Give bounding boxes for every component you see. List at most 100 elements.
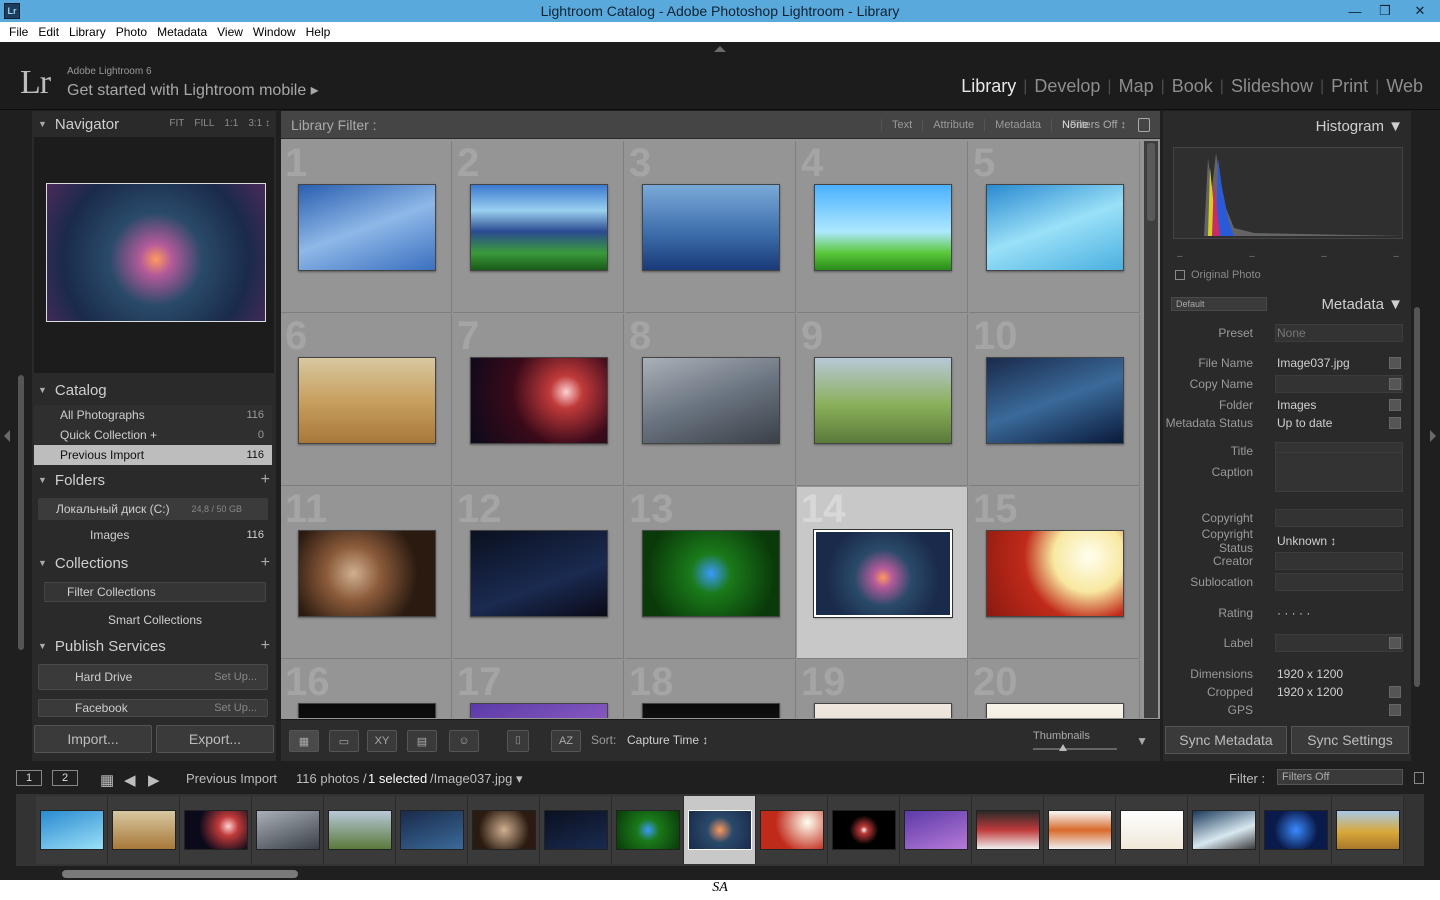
photo-thumbnail[interactable] [298,184,436,271]
metadata-action-icon[interactable] [1389,637,1401,649]
metadata-field-input[interactable] [1275,375,1403,393]
menu-photo[interactable]: Photo [111,25,152,39]
photo-thumbnail[interactable] [298,530,436,617]
filmstrip-thumbnail[interactable] [832,810,896,850]
filmstrip-thumbnail[interactable] [184,810,248,850]
filmstrip-thumbnail[interactable] [256,810,320,850]
filmstrip-thumbnail[interactable] [544,810,608,850]
metadata-value[interactable]: 1920 x 1200 [1277,667,1343,681]
forward-arrow-icon[interactable]: ▶ [148,771,160,789]
thumbnail-size-slider[interactable] [1033,744,1117,751]
metadata-value[interactable]: Image037.jpg [1277,356,1350,370]
survey-view-icon[interactable]: ▤ [407,730,437,752]
metadata-field-input[interactable] [1275,573,1403,591]
grid-cell[interactable]: 10 [969,314,1140,486]
photo-thumbnail[interactable] [470,357,608,444]
minimize-button[interactable]: — [1340,0,1370,22]
publish-hard-drive[interactable]: Hard Drive Set Up... [38,664,268,690]
metadata-action-icon[interactable] [1389,378,1401,390]
photo-thumbnail[interactable] [814,703,952,718]
menu-edit[interactable]: Edit [33,25,64,39]
sort-direction-icon[interactable]: AZ [551,730,581,752]
module-print[interactable]: Print [1324,76,1375,97]
sync-settings-button[interactable]: Sync Settings [1291,726,1409,754]
filter-text-option[interactable]: Text [881,118,922,131]
lock-icon[interactable] [1138,117,1150,132]
left-panel-toggle-icon[interactable] [4,430,10,442]
filmstrip-cell[interactable] [828,796,900,864]
navigator-header[interactable]: ▼ Navigator FIT FILL 1:1 3:1 ↕ [32,111,276,137]
grid-cell[interactable]: 20 [969,660,1140,718]
grid-cell[interactable]: 12 [453,487,624,659]
grid-scrollbar[interactable] [1144,141,1158,718]
module-develop[interactable]: Develop [1027,76,1107,97]
filmstrip-cell[interactable] [1044,796,1116,864]
smart-collections-folder[interactable]: Smart Collections [34,610,272,630]
grid-cell[interactable]: 16 [281,660,452,718]
filmstrip-cell[interactable] [396,796,468,864]
left-panel-scrollbar[interactable] [18,375,24,650]
filmstrip-thumbnail[interactable] [1336,810,1400,850]
grid-cell[interactable]: 18 [625,660,796,718]
loupe-view-icon[interactable]: ▭ [329,730,359,752]
grid-cell[interactable]: 4 [797,141,968,313]
filmstrip-thumbnail[interactable] [472,810,536,850]
grid-cell[interactable]: 13 [625,487,796,659]
painter-spray-icon[interactable]: ⌷ [507,730,529,752]
lightroom-mobile-link[interactable]: Get started with Lightroom mobile ▸ [67,80,319,100]
metadata-value[interactable]: Unknown ↕ [1277,534,1336,548]
filmstrip-cell[interactable] [1260,796,1332,864]
menu-file[interactable]: File [4,25,33,39]
photo-thumbnail[interactable] [986,530,1124,617]
filmstrip-cell[interactable] [1116,796,1188,864]
menu-window[interactable]: Window [248,25,301,39]
grid-cell[interactable]: 19 [797,660,968,718]
filter-collections-input[interactable]: Filter Collections [44,582,266,602]
grid-scrollbar-thumb[interactable] [1147,143,1155,221]
collapse-triangle-icon[interactable]: ▼ [38,119,47,129]
publish-setup-link[interactable]: Set Up... [214,702,257,714]
photo-thumbnail[interactable] [986,357,1124,444]
filmstrip-source[interactable]: Previous Import [186,771,277,786]
folders-header[interactable]: ▼ Folders + [32,467,276,493]
catalog-item-all-photographs[interactable]: All Photographs 116 [34,405,272,425]
collapse-triangle-icon[interactable]: ▼ [38,641,47,651]
metadata-field-input[interactable] [1275,634,1403,652]
filter-metadata-option[interactable]: Metadata [984,118,1051,131]
metadata-value[interactable]: 1920 x 1200 [1277,685,1343,699]
module-slideshow[interactable]: Slideshow [1224,76,1320,97]
module-map[interactable]: Map [1112,76,1161,97]
photo-thumbnail[interactable] [986,703,1124,718]
filmstrip-thumbnail[interactable] [976,810,1040,850]
filmstrip-thumbnail[interactable] [688,810,752,850]
photo-thumbnail[interactable] [814,184,952,271]
grid-cell[interactable]: 6 [281,314,452,486]
filmstrip-cell[interactable] [612,796,684,864]
filmstrip-thumbnail[interactable] [616,810,680,850]
original-photo-toggle[interactable]: Original Photo [1175,269,1261,281]
nav-1to1-option[interactable]: 1:1 [224,118,238,129]
metadata-value[interactable]: · · · · · [1277,606,1310,620]
filmstrip-cell[interactable] [180,796,252,864]
photo-thumbnail[interactable] [642,530,780,617]
import-button[interactable]: Import... [34,725,152,753]
menu-help[interactable]: Help [301,25,336,39]
collections-header[interactable]: ▼ Collections + [32,550,276,576]
right-panel-scrollbar[interactable] [1414,307,1420,687]
metadata-action-icon[interactable] [1389,357,1401,369]
grid-cell[interactable]: 11 [281,487,452,659]
grid-cell[interactable]: 9 [797,314,968,486]
grid-cell[interactable]: 1 [281,141,452,313]
photo-thumbnail[interactable] [814,357,952,444]
metadata-field-input[interactable] [1275,509,1403,527]
grid-cell[interactable]: 8 [625,314,796,486]
grid-cell[interactable]: 14 [797,487,968,659]
photo-thumbnail[interactable] [642,357,780,444]
filmstrip-thumbnail[interactable] [112,810,176,850]
menu-library[interactable]: Library [64,25,111,39]
catalog-item-previous-import[interactable]: Previous Import 116 [34,445,272,465]
metadata-action-icon[interactable] [1389,686,1401,698]
original-photo-checkbox[interactable] [1175,270,1185,280]
right-panel-toggle-icon[interactable] [1430,430,1436,442]
grid-cell[interactable]: 7 [453,314,624,486]
